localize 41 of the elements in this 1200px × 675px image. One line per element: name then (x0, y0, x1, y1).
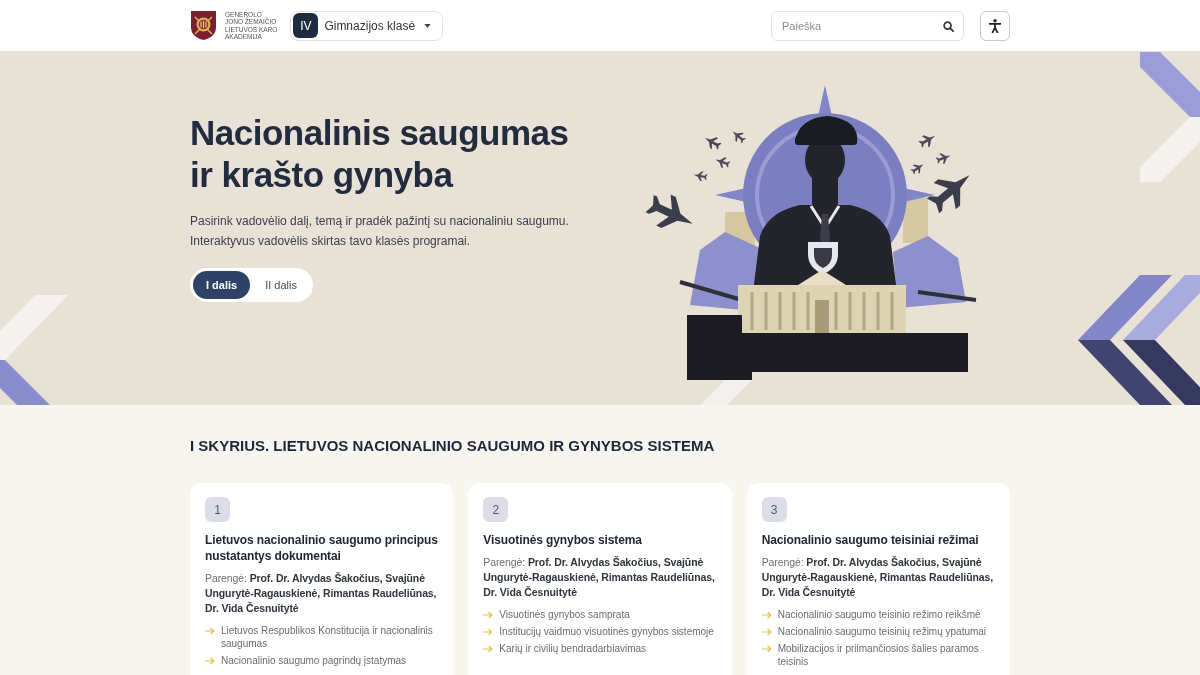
chapter-number: 3 (761, 497, 787, 522)
topic-link[interactable]: Lietuvos Respublikos Konstitucija ir nacionalinis saugumas (221, 624, 441, 650)
arrow-icon (205, 626, 215, 635)
card-title: Visuotinės gynybos sistema (483, 532, 643, 548)
caret-icon (424, 23, 432, 28)
arrow-icon (761, 627, 772, 636)
arrow-icon (483, 610, 494, 619)
shield-emblem-icon (190, 10, 217, 41)
arrow-icon (205, 656, 215, 665)
card-title: Lietuvos nacionalinio saugumo principus nustatantys dokumentai (205, 532, 439, 564)
chevron-decoration (700, 380, 752, 405)
arrow-icon (761, 610, 772, 619)
class-select[interactable]: IV Gimnazijos klasė (290, 10, 444, 41)
authors-text: Parengė: Prof. Dr. Alvydas Šakočius, Svajūnė Ungurytė-Ragauskienė, Rimantas Raudeliūnas, Dr. Vida Česnuitytė (761, 555, 995, 600)
chapter-heading: I SKYRIUS. LIETUVOS NACIONALINIO SAUGUMO IR GYNYBOS SISTEMA (190, 436, 716, 456)
authors-text: Parengė: Prof. Dr. Alvydas Šakočius, Svajūnė Ungurytė-Ragauskienė, Rimantas Raudeliūnas, Dr. Vida Česnuitytė (205, 571, 438, 616)
topic-link[interactable]: Karių ir civilių bendradarbiavimas (499, 642, 647, 655)
hero-title: Nacionalinis saugumas ir krašto gynyba (190, 112, 570, 196)
topic-link[interactable]: Nacionalinio saugumo teisinių režimų ypatumai (777, 625, 987, 638)
card-title: Nacionalinio saugumo teisiniai režimai (761, 532, 980, 548)
accessibility-button[interactable] (980, 10, 1010, 41)
topic-link[interactable]: Visuotinės gynybos samprata (499, 608, 630, 621)
chapter-card[interactable] (190, 483, 454, 675)
hero-description: Pasirink vadovėlio dalį, temą ir pradėk pažintį su nacionaliniu saugumu. Interaktyvus vadovėlis skirtas tavo klasės programai. (190, 213, 570, 250)
part-tab[interactable]: I dalis (193, 271, 251, 299)
chapter-card[interactable] (746, 483, 1010, 675)
authors-text: Parengė: Prof. Dr. Alvydas Šakočius, Svajūnė Ungurytė-Ragauskienė, Rimantas Raudeliūnas, Dr. Vida Česnuitytė (483, 555, 716, 600)
arrow-icon (483, 644, 494, 653)
chapter-card[interactable] (468, 483, 732, 675)
arrow-icon (483, 627, 494, 636)
topic-link[interactable]: Nacionalinio saugumo pagrindų įstatymas (221, 654, 407, 667)
topic-link[interactable]: Mobilizacijos ir priimančiosios šalies paramos teisinis (777, 642, 997, 668)
search-icon (943, 20, 954, 32)
arrow-icon (761, 644, 772, 653)
search-field[interactable]: Paieška (771, 10, 964, 41)
accessibility-icon (989, 18, 1001, 33)
topic-link[interactable]: Nacionalinio saugumo teisinio režimo reikšmė (777, 608, 981, 621)
chapter-number: 1 (205, 497, 230, 522)
chapter-number: 2 (483, 497, 509, 522)
topic-link[interactable]: Institucijų vaidmuo visuotinės gynybos sistemoje (499, 625, 714, 638)
grade-badge: IV (293, 13, 319, 38)
